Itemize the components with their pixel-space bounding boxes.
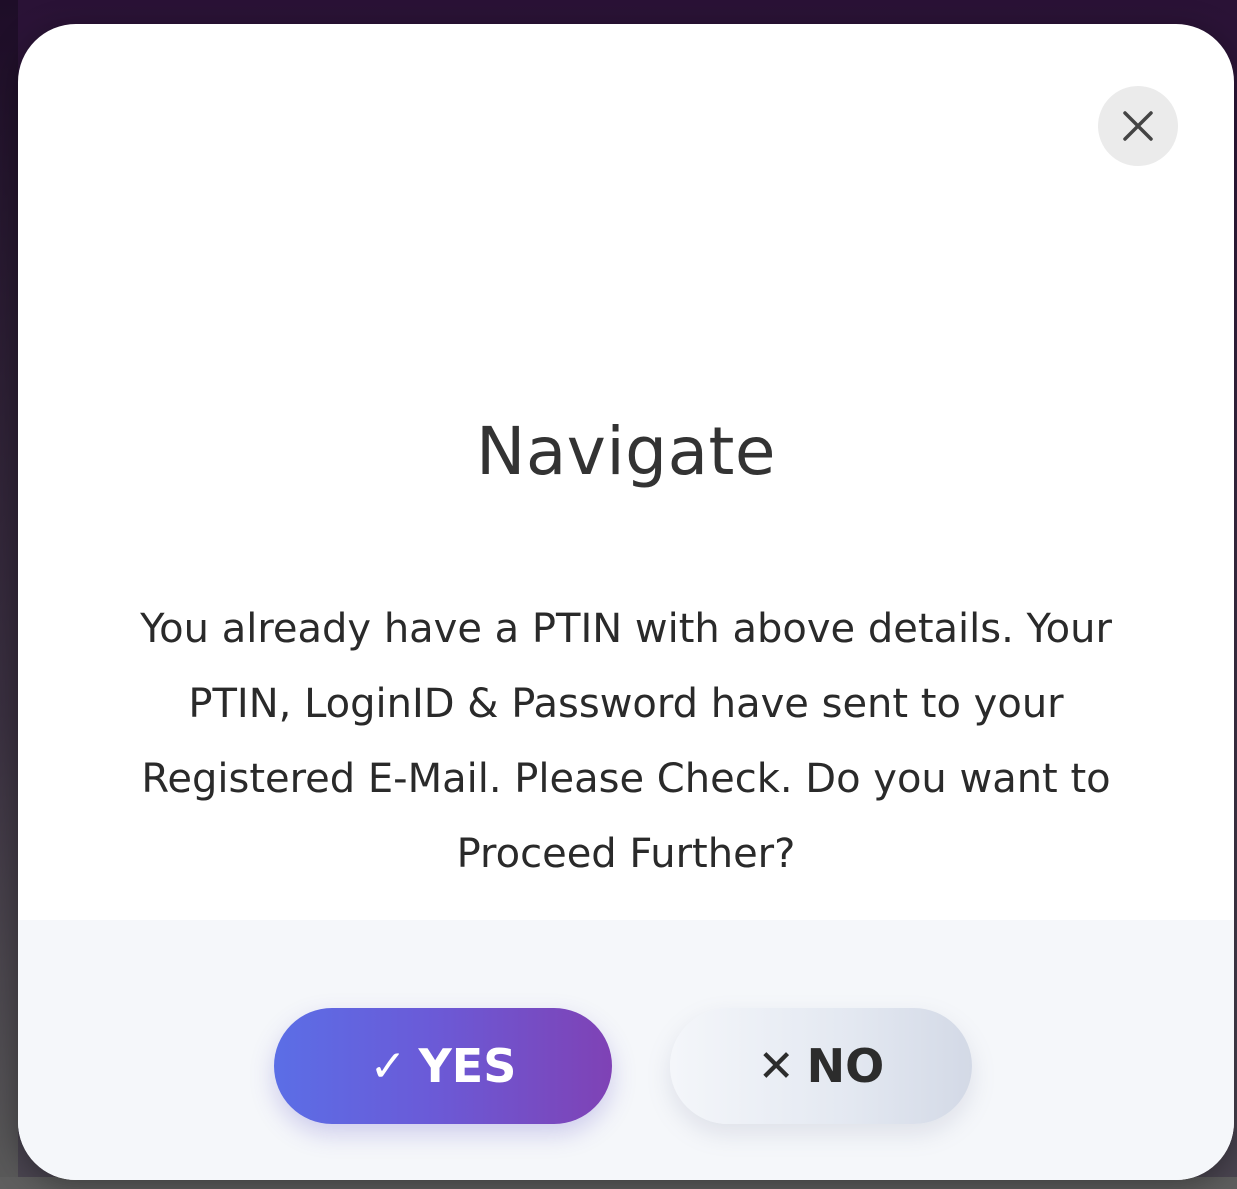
no-button[interactable]: ✕ NO (670, 1008, 972, 1124)
dialog-body: Navigate You already have a PTIN with ab… (18, 24, 1234, 920)
close-icon: ✕ (757, 1040, 795, 1092)
check-icon: ✓ (369, 1040, 407, 1092)
dialog-message: You already have a PTIN with above detai… (140, 606, 1112, 877)
navigate-dialog: Navigate You already have a PTIN with ab… (18, 24, 1234, 1180)
dialog-title: Navigate (475, 413, 777, 490)
yes-button[interactable]: ✓ YES (274, 1008, 612, 1124)
dialog-footer: ✓ YES ✕ NO (18, 920, 1234, 1180)
page-backdrop (0, 0, 18, 1189)
yes-button-label: YES (418, 1039, 517, 1093)
no-button-label: NO (806, 1039, 885, 1093)
